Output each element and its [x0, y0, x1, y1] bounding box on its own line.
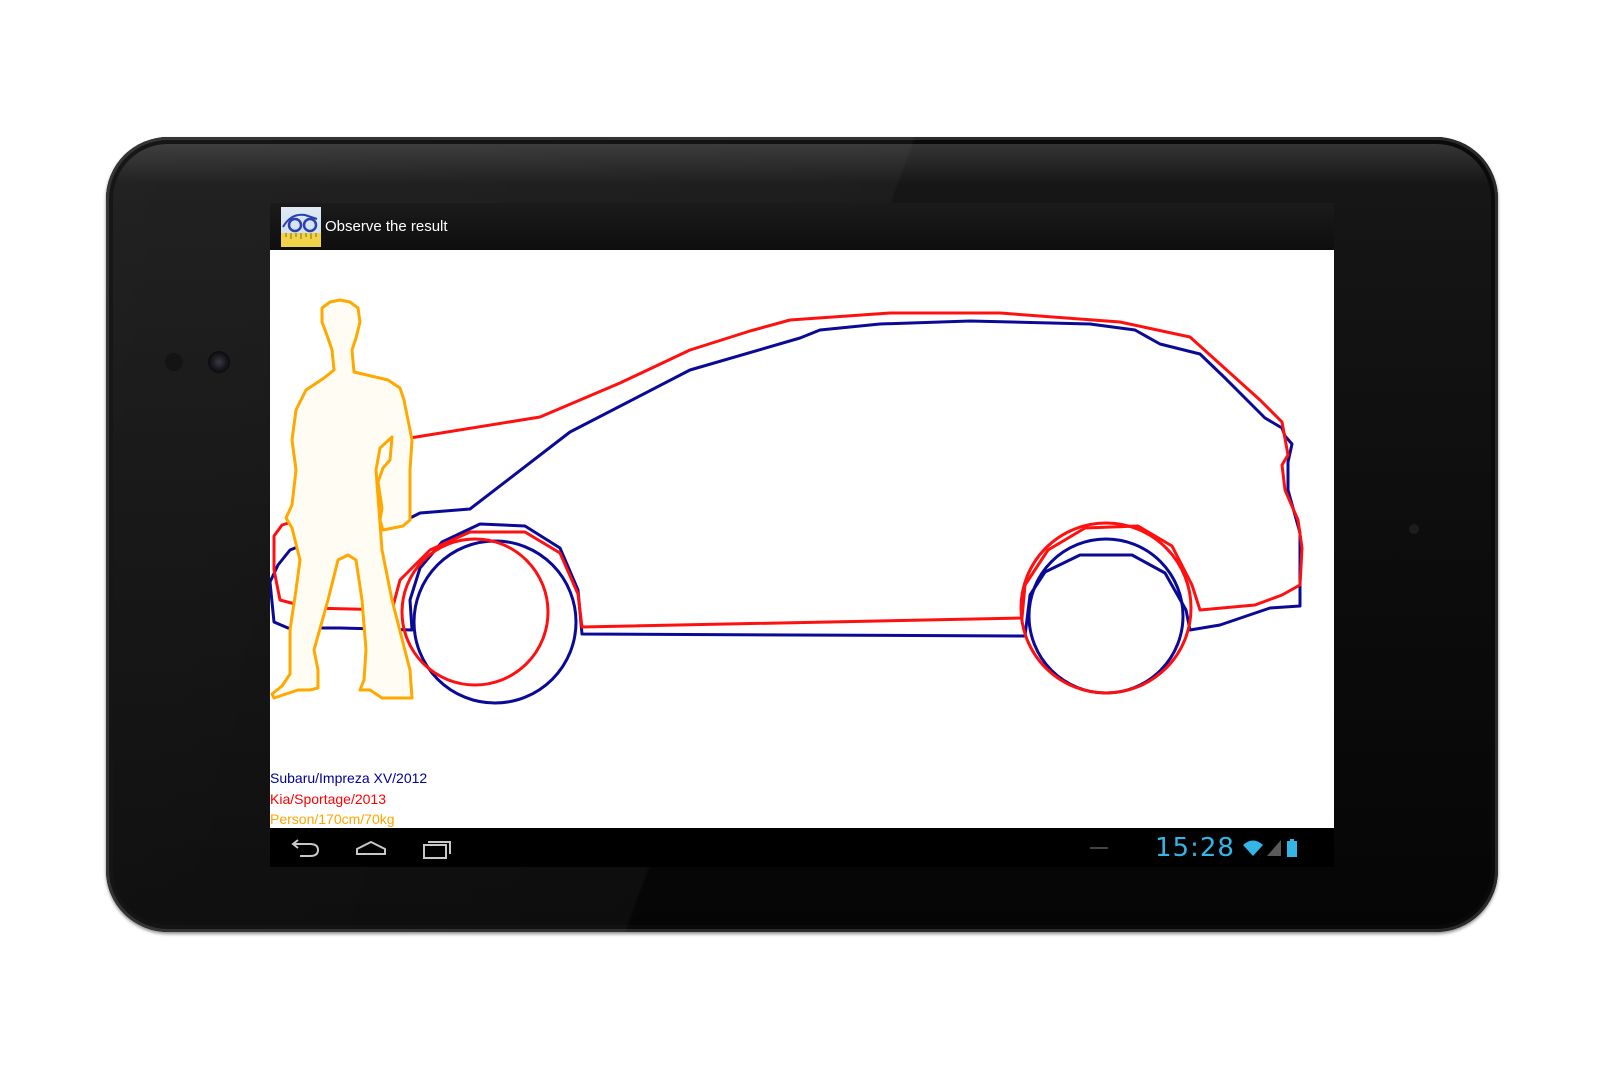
tablet-screen: Observe the result Subaru/Impreza XV/201… — [270, 203, 1334, 867]
kia-front-wheel — [400, 537, 550, 687]
app-title: Observe the result — [325, 218, 448, 235]
subaru-front-wheel — [412, 539, 578, 705]
signal-icon — [1266, 839, 1282, 862]
speaker-dot — [1409, 524, 1419, 534]
system-navigation-bar: 15:28 — [270, 828, 1334, 867]
front-camera — [208, 351, 230, 373]
subaru-body-outline — [270, 319, 1302, 638]
battery-icon — [1286, 839, 1298, 862]
comparison-canvas: Subaru/Impreza XV/2012 Kia/Sportage/2013… — [270, 250, 1334, 828]
kia-rear-wheel — [1019, 521, 1193, 695]
light-sensor — [165, 353, 183, 371]
subaru-rear-wheel — [1027, 537, 1185, 695]
app-logo-icon[interactable] — [281, 207, 321, 247]
recents-icon[interactable] — [420, 838, 454, 860]
action-bar: Observe the result — [270, 203, 1334, 251]
status-clock[interactable]: 15:28 — [1155, 833, 1235, 863]
notification-dash — [1090, 847, 1108, 849]
silhouette-drawing — [270, 298, 1304, 705]
kia-body-outline — [272, 311, 1304, 629]
legend: Subaru/Impreza XV/2012 Kia/Sportage/2013… — [270, 768, 427, 830]
legend-subaru: Subaru/Impreza XV/2012 — [270, 770, 428, 786]
home-icon[interactable] — [354, 838, 388, 860]
back-icon[interactable] — [288, 838, 322, 860]
wifi-icon — [1242, 839, 1264, 862]
legend-kia: Kia/Sportage/2013 — [270, 790, 386, 807]
legend-person: Person/170cm/70kg — [270, 811, 395, 827]
person-outline — [270, 298, 414, 700]
